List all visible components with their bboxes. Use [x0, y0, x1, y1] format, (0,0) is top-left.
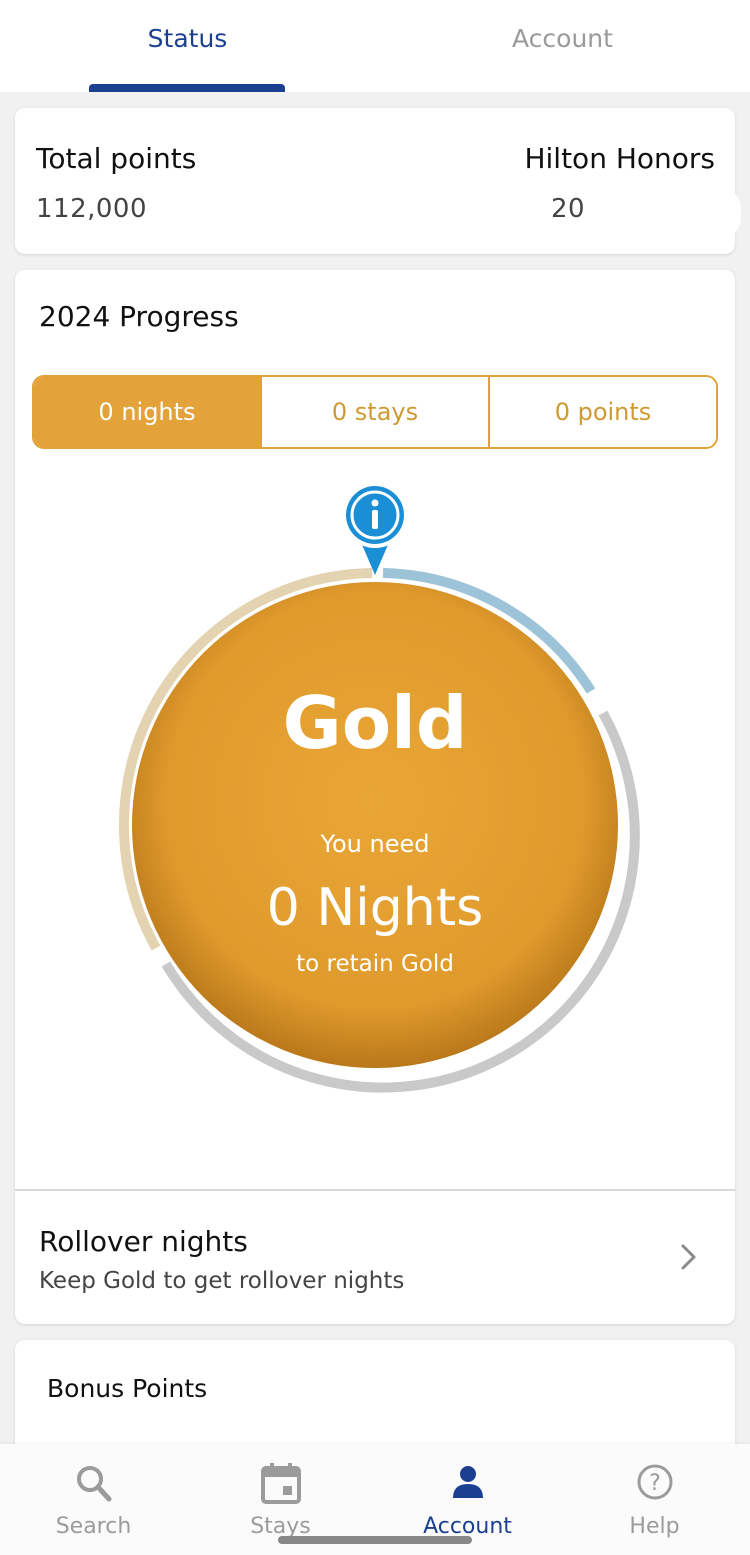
- tier-progress-ring: Gold You need 0 Nights to retain Gold: [15, 475, 735, 1095]
- tier-progress-ring-graphic: Gold You need 0 Nights to retain Gold: [118, 482, 640, 1093]
- card-divider: [15, 1189, 735, 1191]
- redacted-area: [591, 188, 741, 238]
- tab-status[interactable]: Status: [0, 0, 375, 92]
- segment-points-label: 0 points: [554, 398, 652, 426]
- points-card: Total points 112,000 Hilton Honors 20: [15, 108, 741, 254]
- chevron-right-icon: [681, 1244, 696, 1270]
- retain-text: to retain Gold: [296, 951, 454, 977]
- search-icon: [77, 1466, 112, 1502]
- program-label: Hilton Honors: [524, 142, 715, 175]
- tab-account[interactable]: Account: [375, 0, 750, 92]
- segment-nights[interactable]: 0 nights: [34, 377, 260, 447]
- rollover-subtitle: Keep Gold to get rollover nights: [39, 1268, 405, 1294]
- tier-name: Gold: [283, 681, 468, 765]
- rollover-title: Rollover nights: [39, 1225, 248, 1258]
- nav-search[interactable]: Search: [0, 1444, 187, 1555]
- nav-search-label: Search: [55, 1514, 132, 1539]
- tab-account-label: Account: [512, 24, 613, 53]
- nav-help[interactable]: ? Help: [561, 1444, 748, 1555]
- person-icon: [453, 1466, 483, 1498]
- progress-card: 2024 Progress 0 nights 0 stays 0 points: [15, 270, 735, 1324]
- segment-points[interactable]: 0 points: [488, 377, 716, 447]
- total-points-value: 112,000: [36, 194, 148, 224]
- tab-status-label: Status: [147, 24, 228, 53]
- progress-segmented-control: 0 nights 0 stays 0 points: [32, 375, 718, 449]
- calendar-icon: [261, 1463, 301, 1504]
- segment-stays-label: 0 stays: [331, 398, 419, 426]
- nav-help-label: Help: [629, 1514, 680, 1539]
- remaining-nights: 0 Nights: [267, 878, 483, 938]
- top-tab-bar: Status Account: [0, 0, 750, 92]
- home-indicator: [278, 1536, 472, 1544]
- segment-nights-label: 0 nights: [98, 398, 196, 426]
- svg-text:?: ?: [649, 1471, 661, 1496]
- gold-disc: [132, 582, 618, 1068]
- active-tab-indicator: [89, 84, 285, 92]
- help-icon: ?: [637, 1464, 673, 1500]
- segment-stays[interactable]: 0 stays: [260, 377, 488, 447]
- member-number: 20: [551, 194, 586, 224]
- need-text: You need: [320, 830, 430, 858]
- total-points-label: Total points: [36, 142, 197, 175]
- progress-title: 2024 Progress: [39, 300, 239, 333]
- info-icon[interactable]: [342, 482, 408, 575]
- bonus-points-title: Bonus Points: [47, 1374, 208, 1403]
